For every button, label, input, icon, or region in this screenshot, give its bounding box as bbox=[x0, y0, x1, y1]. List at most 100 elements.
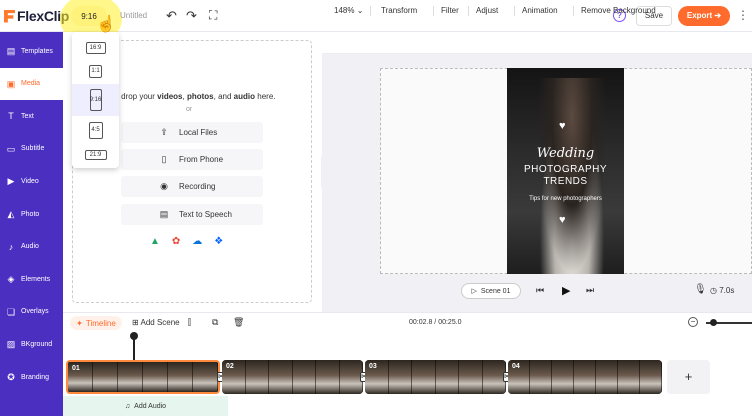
audio-icon: ♪ bbox=[8, 241, 14, 252]
sidebar-item-label: BKground bbox=[21, 340, 53, 348]
clip-frame-thumbnail bbox=[168, 362, 193, 392]
clip-frame-thumbnail bbox=[269, 360, 293, 394]
export-button[interactable]: Export ➔ bbox=[678, 6, 730, 26]
project-title[interactable]: Untitled bbox=[120, 11, 147, 20]
photo-icon: ◭ bbox=[7, 209, 15, 219]
microphone-icon[interactable]: 🎙 bbox=[694, 284, 707, 295]
speech-icon: ▤ bbox=[159, 209, 169, 219]
playhead-handle[interactable] bbox=[130, 332, 138, 340]
scene-selector[interactable]: ▷ Scene 01 bbox=[461, 283, 521, 299]
add-scene-button[interactable]: ⊞ Add Scene bbox=[132, 318, 180, 327]
phone-icon: ▯ bbox=[161, 154, 167, 164]
sidebar-item-label: Text bbox=[21, 112, 34, 120]
scene-duration[interactable]: ◷ 7.0s bbox=[710, 286, 734, 295]
zoom-slider-knob[interactable] bbox=[710, 319, 717, 326]
toolbar-animation[interactable]: Animation bbox=[522, 6, 558, 15]
ratio-label: 9:16 bbox=[89, 97, 102, 103]
duplicate-icon[interactable]: ⧉ bbox=[212, 317, 218, 328]
sidebar-item-branding[interactable]: ✪ Branding bbox=[0, 361, 63, 393]
more-icon[interactable]: ⋮ bbox=[737, 8, 749, 22]
sidebar-item-video[interactable]: ▶ Video bbox=[0, 165, 63, 197]
ratio-option-21-9[interactable]: 21:9 bbox=[72, 144, 119, 166]
ratio-shape: 21:9 bbox=[84, 150, 107, 160]
undo-icon[interactable]: ↶ bbox=[166, 8, 177, 24]
sidebar-item-templates[interactable]: ▤ Templates bbox=[0, 35, 63, 67]
sidebar-item-label: Subtitle bbox=[21, 145, 45, 153]
sidebar-item-photo[interactable]: ◭ Photo bbox=[0, 198, 63, 230]
next-icon[interactable]: ⏭ bbox=[586, 285, 594, 296]
sidebar-item-audio[interactable]: ♪ Audio bbox=[0, 231, 63, 263]
previous-icon[interactable]: ⏮ bbox=[536, 285, 544, 296]
upload-button-label: Text to Speech bbox=[179, 210, 232, 219]
add-audio-label: Add Audio bbox=[134, 402, 167, 410]
play-icon[interactable]: ▶ bbox=[562, 284, 570, 297]
timeline-tab[interactable]: ✦ Timeline bbox=[70, 316, 122, 330]
clip-frame-thumbnail bbox=[412, 360, 436, 394]
timeline-clip[interactable]: 03 bbox=[365, 360, 506, 394]
sidebar-item-label: Audio bbox=[21, 243, 39, 251]
sidebar-item-label: Video bbox=[21, 177, 39, 185]
local-files-button[interactable]: ⇪ Local Files bbox=[121, 122, 263, 143]
poster-tagline: Tips for new photographers bbox=[529, 196, 602, 202]
poster-script-title: Wedding bbox=[536, 146, 595, 161]
google-drive-icon[interactable]: ▲ bbox=[150, 236, 160, 247]
scene-label: Scene 01 bbox=[480, 287, 511, 295]
clip-frame-thumbnail bbox=[459, 360, 483, 394]
clip-number: 02 bbox=[226, 363, 234, 370]
sidebar-item-elements[interactable]: ◈ Elements bbox=[0, 263, 63, 295]
toolbar-remove-background[interactable]: Remove Background bbox=[581, 6, 656, 15]
ratio-option-4-5[interactable]: 4:5 bbox=[72, 116, 119, 144]
split-icon[interactable]: ⫿ bbox=[188, 317, 191, 328]
ratio-option-9-16[interactable]: 9:16 bbox=[72, 84, 119, 116]
ratio-option-16-9[interactable]: 16:9 bbox=[72, 40, 119, 56]
zoom-out-icon[interactable]: − bbox=[688, 317, 698, 327]
drop-text-sep: , bbox=[182, 92, 185, 101]
clock-icon: ◷ bbox=[710, 286, 717, 295]
ratio-label: 4:5 bbox=[91, 127, 100, 133]
ratio-option-1-1[interactable]: 1:1 bbox=[72, 58, 119, 84]
fullscreen-icon[interactable]: ⛶ bbox=[209, 8, 217, 23]
clip-frame-thumbnail bbox=[245, 360, 269, 394]
sidebar-item-label: Elements bbox=[21, 275, 51, 283]
timeline-clip[interactable]: 04 bbox=[508, 360, 662, 394]
dropzone-instructions: nd drop your videos, photos, and audio h… bbox=[110, 92, 310, 101]
drop-text-videos: videos bbox=[157, 92, 183, 101]
play-triangle-icon: ▷ bbox=[471, 288, 477, 295]
clip-frame-thumbnail bbox=[118, 362, 143, 392]
ratio-shape: 9:16 bbox=[89, 89, 102, 111]
toolbar-divider bbox=[514, 6, 515, 16]
clip-frame-thumbnail bbox=[435, 360, 459, 394]
zoom-select[interactable]: 148% ⌄ bbox=[334, 6, 363, 15]
onedrive-icon[interactable]: ☁ bbox=[192, 236, 202, 247]
sidebar-item-bkground[interactable]: ▨ BKground bbox=[0, 328, 63, 360]
video-preview[interactable]: ♥ Wedding PHOTOGRAPHY TRENDS Tips for ne… bbox=[507, 68, 624, 274]
record-icon: ◉ bbox=[160, 181, 168, 191]
google-photos-icon[interactable]: ✿ bbox=[172, 236, 180, 247]
dropbox-icon[interactable]: ❖ bbox=[214, 236, 223, 247]
branding-icon: ✪ bbox=[7, 372, 15, 382]
toolbar-filter[interactable]: Filter bbox=[441, 6, 459, 15]
redo-icon[interactable]: ↷ bbox=[186, 8, 197, 24]
timeline-clip[interactable]: 01 bbox=[66, 360, 220, 394]
clip-frame-thumbnail bbox=[316, 360, 340, 394]
add-clip-button[interactable]: + bbox=[667, 360, 710, 394]
timeline-label: Timeline bbox=[85, 318, 116, 328]
toolbar-adjust[interactable]: Adjust bbox=[476, 6, 498, 15]
sidebar-item-media[interactable]: ▣ Media bbox=[0, 67, 63, 100]
sidebar-item-overlays[interactable]: ❏ Overlays bbox=[0, 296, 63, 328]
text-to-speech-button[interactable]: ▤ Text to Speech bbox=[121, 204, 263, 225]
clip-frame-thumbnail bbox=[574, 360, 596, 394]
add-square-icon: ⊞ bbox=[132, 318, 139, 327]
toolbar-transform[interactable]: Transform bbox=[381, 6, 417, 15]
subtitle-icon: ▭ bbox=[6, 143, 16, 154]
recording-button[interactable]: ◉ Recording bbox=[121, 176, 263, 197]
add-audio-button[interactable]: ♫ Add Audio bbox=[63, 396, 228, 416]
sidebar-item-subtitle[interactable]: ▭ Subtitle bbox=[0, 133, 63, 165]
clip-frame-thumbnail bbox=[530, 360, 552, 394]
clip-frame-thumbnail bbox=[618, 360, 640, 394]
from-phone-button[interactable]: ▯ From Phone bbox=[121, 149, 263, 170]
timeline-clip[interactable]: 02 bbox=[222, 360, 363, 394]
ratio-label: 21:9 bbox=[89, 152, 102, 158]
delete-icon[interactable]: 🗑 bbox=[233, 317, 244, 328]
sidebar-item-text[interactable]: T Text bbox=[0, 100, 63, 132]
